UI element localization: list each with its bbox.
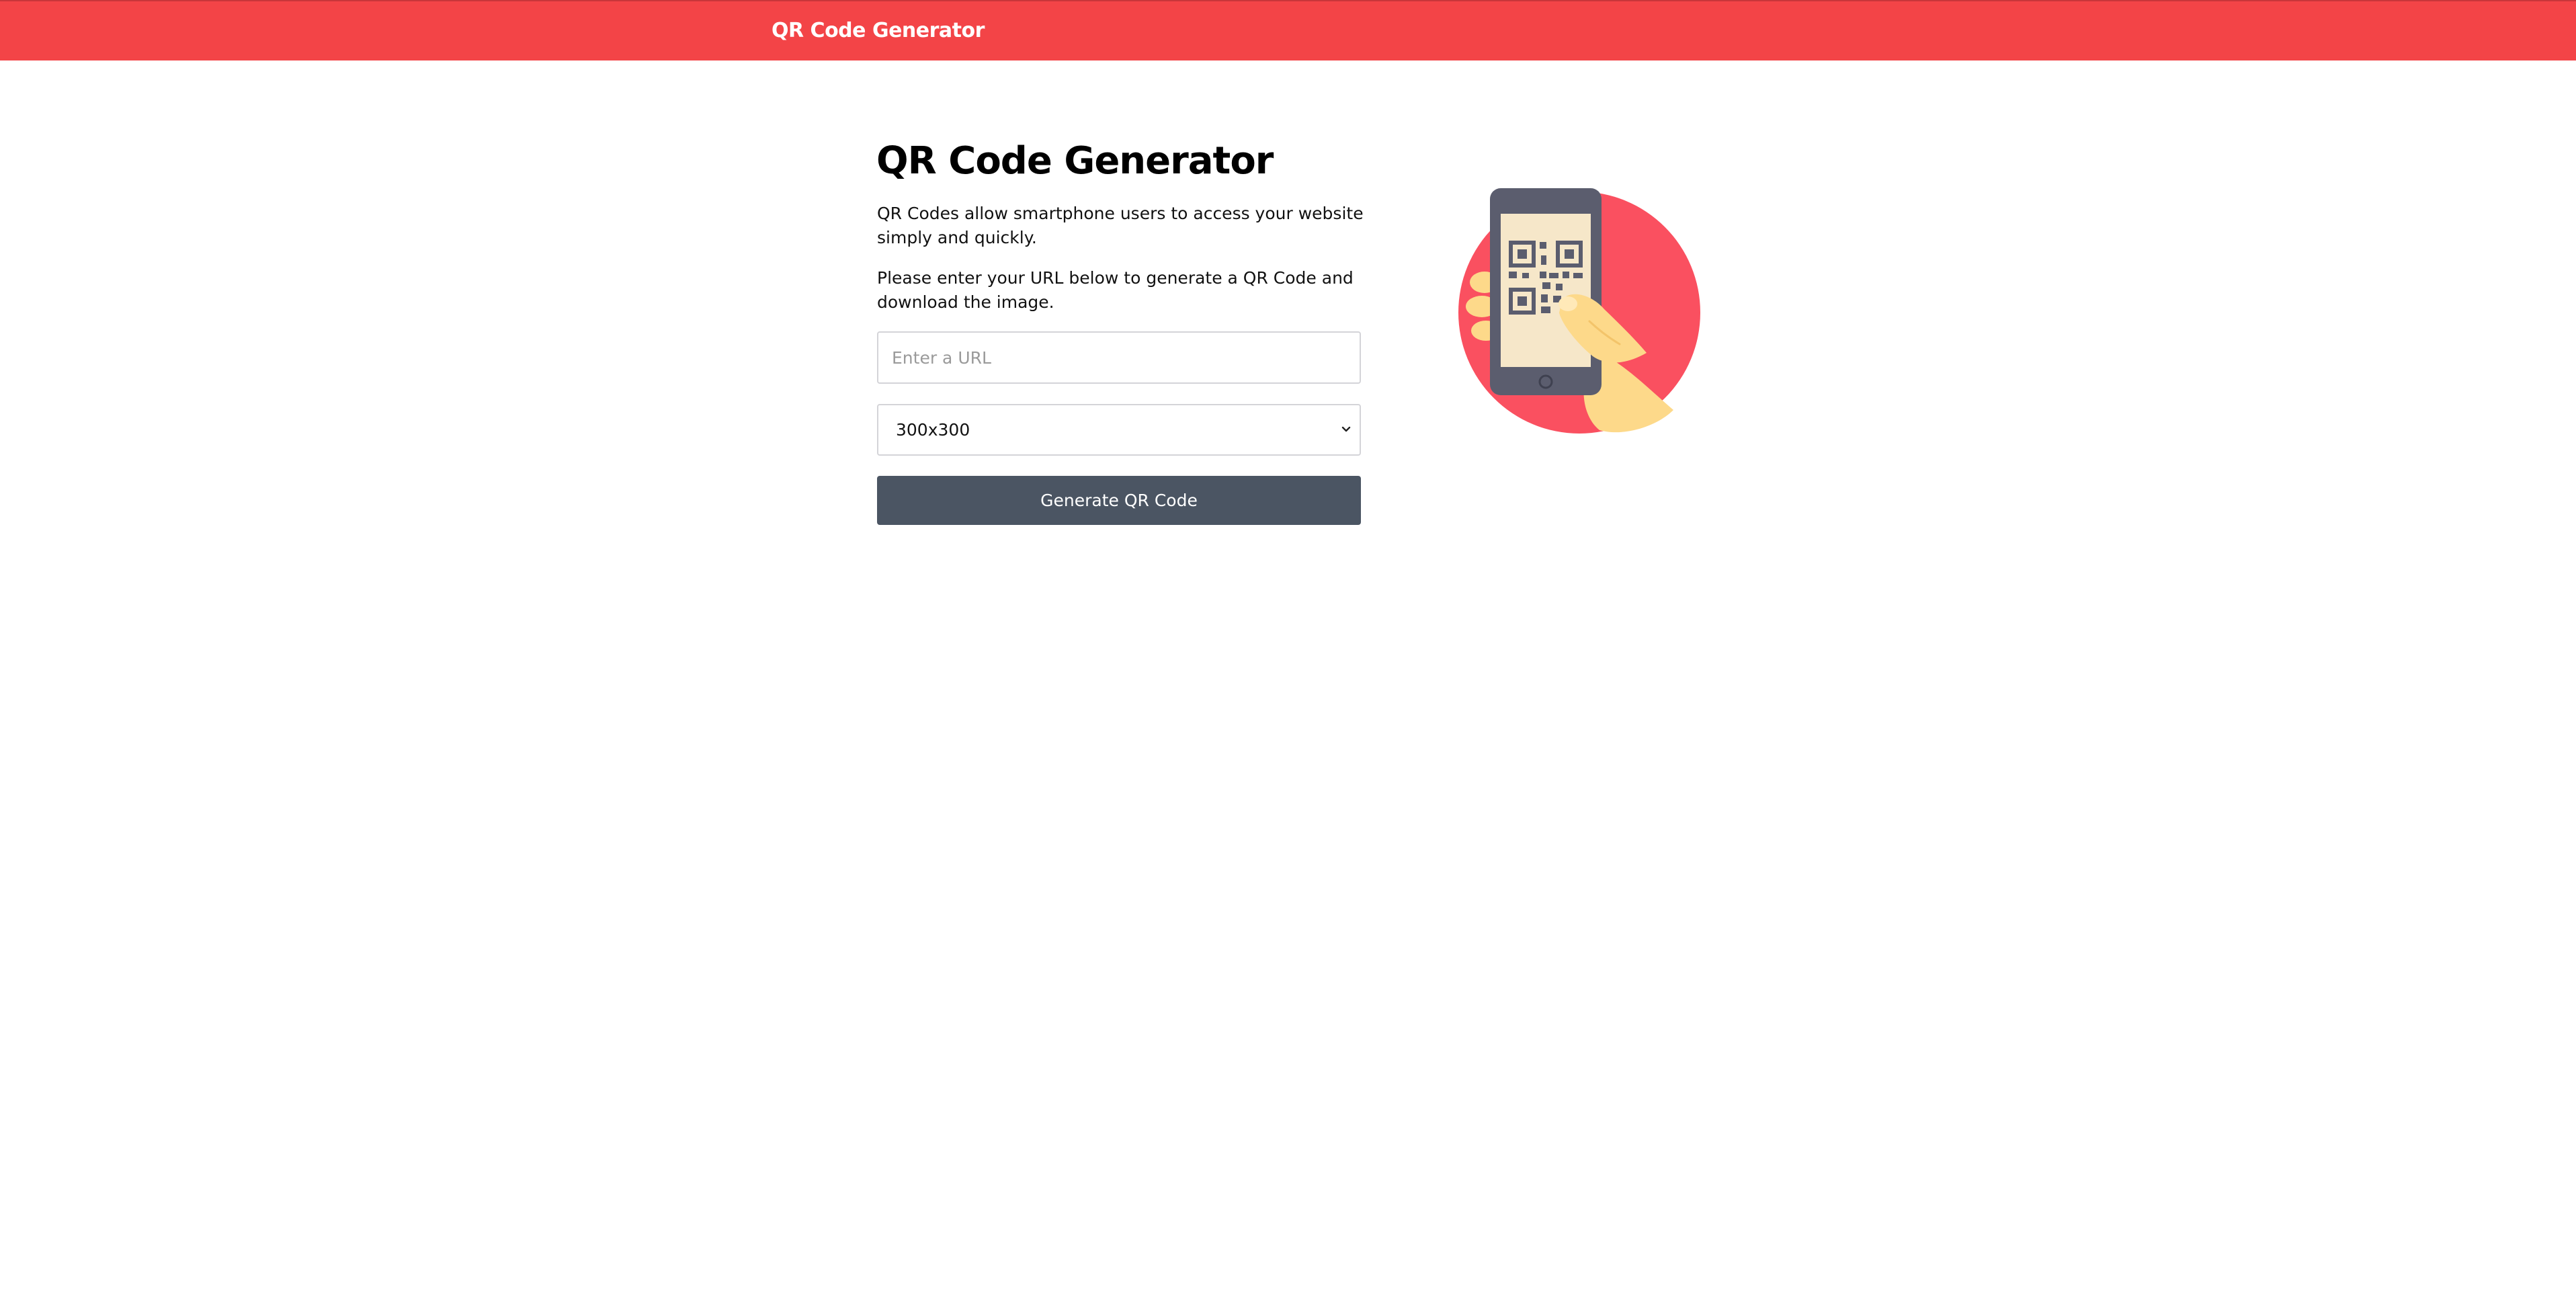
hand-holding-phone-qr-icon [1458, 188, 1700, 434]
navbar: QR Code Generator [0, 0, 2576, 60]
url-input[interactable] [877, 331, 1361, 384]
page-title: QR Code Generator [876, 139, 1274, 183]
intro-text: QR Codes allow smartphone users to acces… [877, 204, 1364, 247]
generate-qr-button[interactable]: Generate QR Code [877, 476, 1361, 525]
size-select-value: 300x300 [896, 420, 970, 440]
brand-logo[interactable]: QR Code Generator [772, 19, 985, 42]
size-select[interactable]: 300x300 [877, 404, 1361, 456]
instruction-text: Please enter your URL below to generate … [877, 268, 1354, 312]
chevron-down-icon [1341, 426, 1351, 432]
